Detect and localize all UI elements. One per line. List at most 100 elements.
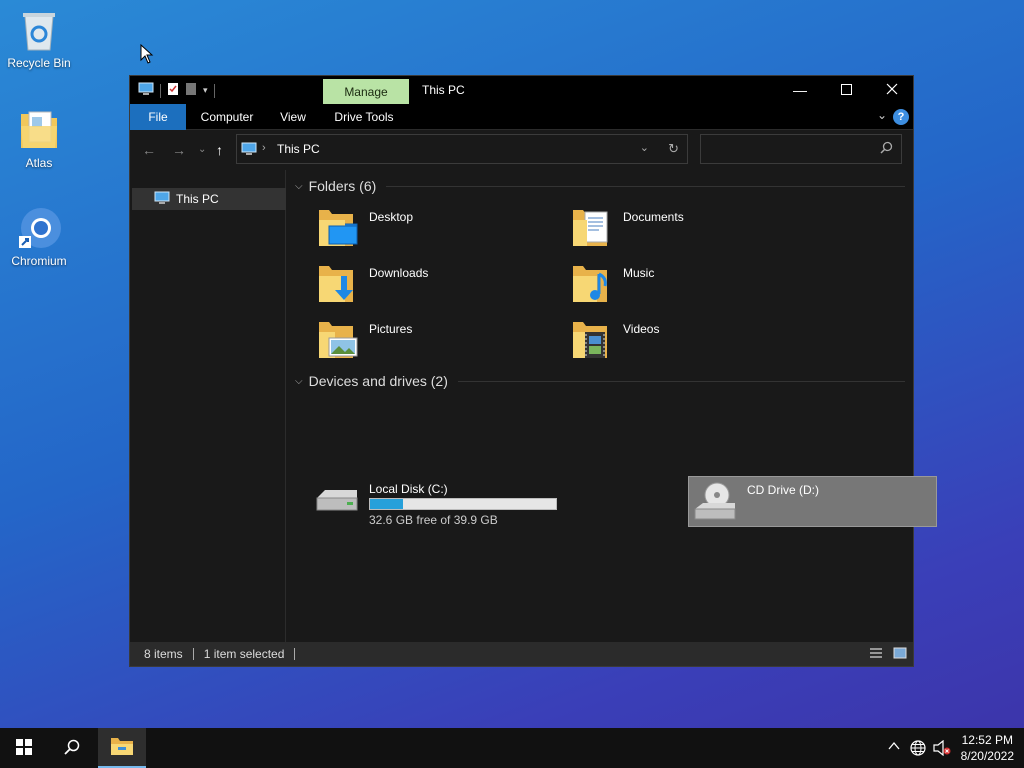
folder-videos[interactable]: Videos — [565, 314, 811, 364]
tab-file[interactable]: File — [130, 104, 186, 130]
videos-folder-icon — [569, 318, 613, 362]
desktop-icon-label: Recycle Bin — [7, 56, 71, 70]
folder-pictures[interactable]: Pictures — [311, 314, 557, 364]
recycle-bin-icon — [17, 8, 61, 52]
search-icon — [880, 141, 893, 157]
title-bar: ▾ Manage This PC — — [130, 76, 915, 106]
taskbar: 12:52 PM 8/20/2022 — [0, 728, 1024, 768]
folder-document-icon — [17, 108, 61, 152]
pictures-folder-icon — [315, 318, 359, 362]
search-icon — [64, 739, 80, 758]
documents-folder-icon — [569, 206, 613, 250]
maximize-icon — [840, 82, 852, 98]
windows-logo-icon — [16, 738, 32, 758]
folder-name: Desktop — [369, 210, 414, 224]
refresh-icon[interactable]: ↻ — [668, 141, 679, 157]
folder-name: Documents — [623, 210, 684, 224]
drive-name: Local Disk (C:) — [369, 482, 448, 496]
quick-access-toolbar: ▾ — [138, 82, 215, 99]
breadcrumb-this-pc[interactable]: This PC — [277, 142, 320, 156]
mouse-cursor-icon — [140, 43, 154, 67]
chromium-icon — [17, 206, 61, 250]
folder-name: Videos — [623, 322, 660, 336]
cd-drive-icon — [693, 481, 737, 525]
desktop-icon-label: Atlas — [25, 156, 53, 170]
start-button[interactable] — [0, 728, 48, 768]
details-view-icon[interactable] — [869, 646, 883, 663]
desktop-folder-icon — [315, 206, 359, 250]
breadcrumb-separator-icon[interactable]: › — [262, 142, 266, 154]
minimize-icon: — — [793, 82, 807, 98]
network-globe-icon[interactable] — [910, 740, 926, 759]
drive-local-disk-c[interactable]: Local Disk (C:) 32.6 GB free of 39.9 GB — [311, 476, 557, 528]
file-explorer-icon — [110, 736, 134, 759]
taskbar-file-explorer[interactable] — [98, 728, 146, 768]
search-input[interactable] — [700, 134, 902, 164]
this-pc-icon — [138, 82, 154, 99]
tab-drive-tools[interactable]: Drive Tools — [326, 104, 402, 130]
up-arrow-icon[interactable]: ↑ — [216, 142, 223, 158]
drive-free-space: 32.6 GB free of 39.9 GB — [369, 513, 498, 527]
this-pc-icon — [241, 142, 257, 159]
minimize-button[interactable]: — — [777, 76, 823, 104]
folder-music[interactable]: Music — [565, 258, 811, 308]
desktop-icon-chromium[interactable]: Chromium — [0, 206, 78, 268]
view-buttons — [869, 646, 907, 663]
tab-computer[interactable]: Computer — [194, 104, 260, 130]
close-icon — [886, 82, 898, 98]
desktop-icon-atlas[interactable]: Atlas — [0, 108, 78, 170]
desktop-icon-label: Chromium — [11, 254, 67, 268]
collapse-chevron-icon[interactable]: ⌵ — [295, 376, 303, 387]
file-explorer-window: ▾ Manage This PC — File Computer View Dr… — [129, 75, 937, 667]
folder-name: Music — [623, 266, 655, 280]
tab-view[interactable]: View — [270, 104, 316, 130]
large-icons-view-icon[interactable] — [893, 646, 907, 663]
drive-usage-bar — [369, 498, 557, 510]
new-folder-icon[interactable] — [185, 82, 197, 99]
expand-ribbon-chevron-icon[interactable]: ⌄ — [877, 108, 887, 122]
recent-locations-chevron-icon[interactable]: ⌄ — [198, 144, 206, 155]
drive-cd-drive-d[interactable]: CD Drive (D:) — [688, 476, 937, 527]
collapse-chevron-icon[interactable]: ⌵ — [295, 181, 303, 192]
nav-item-this-pc[interactable]: This PC — [132, 188, 286, 210]
status-item-count: 8 items — [144, 647, 183, 661]
group-header-label: Folders (6) — [308, 178, 377, 194]
window-title: This PC — [422, 83, 465, 97]
customize-toolbar-icon[interactable]: ▾ — [203, 85, 208, 96]
drive-name: CD Drive (D:) — [747, 483, 819, 497]
folder-name: Downloads — [369, 266, 429, 280]
maximize-button[interactable] — [823, 76, 869, 104]
navigation-pane: This PC — [130, 170, 286, 642]
folder-name: Pictures — [369, 322, 413, 336]
desktop-icon-recycle-bin[interactable]: Recycle Bin — [0, 8, 78, 70]
drive-usage-fill — [370, 499, 404, 509]
drives-group-header[interactable]: ⌵ Devices and drives (2) — [295, 373, 905, 389]
search-button[interactable] — [48, 728, 96, 768]
downloads-folder-icon — [315, 262, 359, 306]
address-dropdown-icon[interactable]: ⌄ — [640, 141, 649, 154]
navigation-bar: ← → ⌄ ↑ › This PC ⌄ ↻ — [130, 130, 913, 170]
content-pane: ⌵ Folders (6) Desktop Documents Download… — [287, 170, 937, 642]
back-arrow-icon[interactable]: ← — [142, 142, 156, 158]
forward-arrow-icon[interactable]: → — [172, 142, 186, 158]
folder-documents[interactable]: Documents — [565, 202, 811, 252]
nav-item-label: This PC — [176, 192, 219, 206]
ribbon-tabs: File Computer View Drive Tools ⌄ ? — [130, 104, 913, 130]
status-bar: 8 items 1 item selected — [130, 642, 913, 666]
address-bar[interactable]: › This PC ⌄ ↻ — [236, 134, 688, 164]
music-folder-icon — [569, 262, 613, 306]
this-pc-icon — [154, 191, 170, 208]
folders-group-header[interactable]: ⌵ Folders (6) — [295, 178, 905, 194]
hard-drive-icon — [315, 486, 359, 530]
properties-icon[interactable] — [167, 82, 179, 99]
system-clock[interactable]: 12:52 PM 8/20/2022 — [961, 732, 1014, 764]
help-button[interactable]: ? — [893, 109, 909, 125]
status-selection: 1 item selected — [203, 647, 285, 661]
group-header-label: Devices and drives (2) — [308, 373, 448, 389]
volume-muted-icon[interactable] — [933, 739, 951, 759]
show-hidden-icons-chevron-icon[interactable] — [888, 740, 900, 755]
close-button[interactable] — [869, 76, 915, 104]
folder-desktop[interactable]: Desktop — [311, 202, 557, 252]
folder-downloads[interactable]: Downloads — [311, 258, 557, 308]
manage-contextual-tab[interactable]: Manage — [323, 79, 409, 106]
